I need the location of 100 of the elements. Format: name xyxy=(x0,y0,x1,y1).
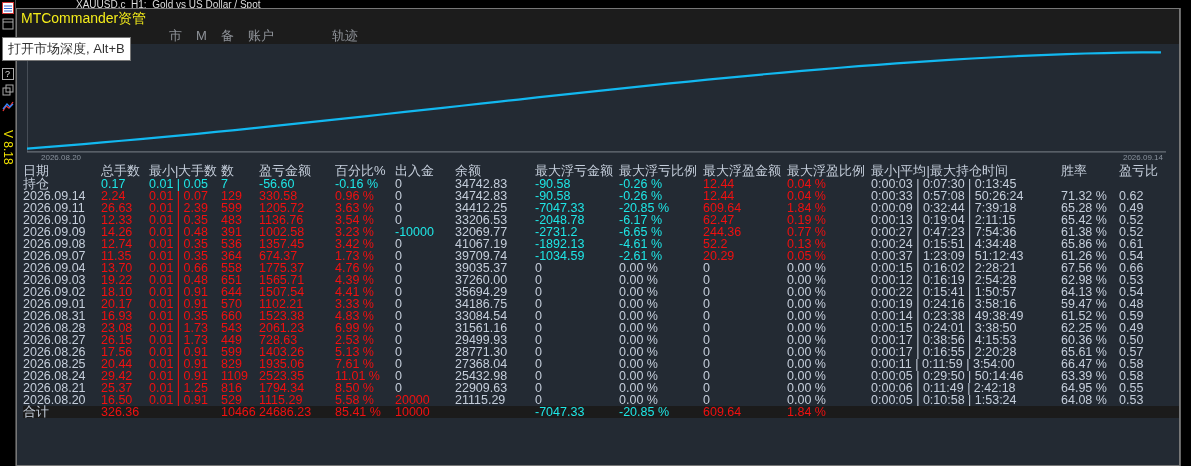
end-date-label: 2026.09.14 xyxy=(1122,153,1163,163)
table-cell-text: 0.01 | 0.35 xyxy=(149,214,209,226)
table-cell-text: 0.57 xyxy=(1119,346,1145,358)
column-header: 最小|大手数 xyxy=(149,164,219,178)
table-cell-text: 0 xyxy=(703,322,711,334)
table-cell-text: 0.00 % xyxy=(619,394,659,406)
table-cell-text: -1892.13 xyxy=(535,238,586,250)
table-cell-text: 0:00:12 | 0:16:19 | 2:54:28 xyxy=(871,274,1018,286)
table-cell-text: -90.58 xyxy=(535,178,572,190)
table-cell-text: 0.00 % xyxy=(619,286,659,298)
table-cell-text: 0:00:33 | 0:57:08 | 50:26:24 xyxy=(871,190,1025,202)
table-cell-text: 0 xyxy=(395,310,403,322)
table-cell-text: 26.63 xyxy=(101,202,134,214)
table-cell-text: 0.01 | 0.35 xyxy=(149,250,209,262)
table-cell-text: 2026.08.27 xyxy=(23,334,87,346)
table-cell-text: 2026.08.21 xyxy=(23,382,87,394)
table-cell-text: 0.00 % xyxy=(787,358,827,370)
table-cell-text: 0 xyxy=(703,334,711,346)
table-cell-text: 4.76 % xyxy=(335,262,375,274)
table-cell-text: 12.74 xyxy=(101,238,134,250)
windows-icon[interactable] xyxy=(1,84,14,96)
table-cell-text: 25.37 xyxy=(101,382,134,394)
table-cell-text: 0.58 xyxy=(1119,370,1145,382)
table-cell-text: 16.93 xyxy=(101,310,134,322)
table-cell-text: 0:00:03 | 0:07:30 | 0:13:45 xyxy=(871,178,1018,190)
panel-tab[interactable]: 市 xyxy=(167,28,184,43)
table-cell-text: -10000 xyxy=(395,226,435,238)
table-cell-text: 326.36 xyxy=(101,406,141,418)
panel-tab[interactable]: 账户 xyxy=(245,28,276,43)
panel-tab[interactable]: M xyxy=(194,28,209,43)
table-cell-text: 391 xyxy=(221,226,243,238)
table-cell-text: 0.00 % xyxy=(619,298,659,310)
table-cell-text: 10466 xyxy=(221,406,257,418)
table-cell-text: 0:00:22 | 0:15:41 | 1:50:57 xyxy=(871,286,1018,298)
table-cell-text: 61.26 % xyxy=(1061,250,1108,262)
window-icon[interactable] xyxy=(1,18,14,30)
table-cell-text: -2048.78 xyxy=(535,214,586,226)
table-cell-text: 330.58 xyxy=(259,190,299,202)
table-cell-text: 0.00 % xyxy=(787,274,827,286)
table-cell-text: 17.56 xyxy=(101,346,134,358)
table-cell-text: 5.58 % xyxy=(335,394,375,406)
table-cell-text: 0:00:09 | 0:32:44 | 7:39:18 xyxy=(871,202,1018,214)
table-cell-text: 0.01 | 0.35 xyxy=(149,310,209,322)
table-cell-text: 31561.16 xyxy=(455,322,509,334)
table-cell-text: 0.01 | 1.73 xyxy=(149,322,209,334)
table-cell-text: 63.39 % xyxy=(1061,370,1108,382)
help-button[interactable]: ? xyxy=(1,68,14,80)
table-cell-text: 0 xyxy=(535,298,543,310)
table-cell-text: 0.52 xyxy=(1119,214,1145,226)
table-cell-text: 570 xyxy=(221,298,243,310)
column-header: 最大浮亏金额 xyxy=(535,164,614,178)
table-cell-text: 0.00 % xyxy=(787,286,827,298)
table-cell-text: 0 xyxy=(703,370,711,382)
table-cell-text: 529 xyxy=(221,394,243,406)
start-date-label: 2026.08.20 xyxy=(41,153,82,163)
table-cell-text: 0.00 % xyxy=(619,382,659,394)
table-cell-text: -2.61 % xyxy=(619,250,664,262)
table-cell-text: 2026.08.28 xyxy=(23,322,87,334)
table-cell-text: 0.01 | 0.05 xyxy=(149,178,209,190)
table-cell-text: 651 xyxy=(221,274,243,286)
table-cell-text: 0 xyxy=(395,262,403,274)
panel-tab[interactable]: 备 xyxy=(218,28,236,43)
table-cell-text: 0.01 | 0.91 xyxy=(149,286,209,298)
table-cell-text: 0:00:15 | 0:16:02 | 2:28:21 xyxy=(871,262,1018,274)
table-cell-text: -7047.33 xyxy=(535,202,586,214)
table-cell-text: 1.84 % xyxy=(787,406,827,418)
table-cell-text: 0.00 % xyxy=(787,382,827,394)
table-cell-text: 26.15 xyxy=(101,334,134,346)
table-cell-text: 0.49 xyxy=(1119,322,1145,334)
column-header: 余额 xyxy=(455,164,482,178)
table-cell-text: 0.00 % xyxy=(787,370,827,382)
chart-icon[interactable] xyxy=(1,100,14,112)
table-cell-text: 0:00:13 | 0:19:04 | 2:11:15 xyxy=(871,214,1017,226)
table-cell-text: 0 xyxy=(535,310,543,322)
table-cell-text: 728.63 xyxy=(259,334,299,346)
table-cell-text: 0 xyxy=(535,322,543,334)
table-cell-text: 2026.08.26 xyxy=(23,346,87,358)
table-cell-text: 6.99 % xyxy=(335,322,375,334)
table-cell-text: 0.48 xyxy=(1119,298,1145,310)
table-cell-text: 1002.58 xyxy=(259,226,306,238)
column-header: 最大浮亏比例 xyxy=(619,164,698,178)
table-cell-text: 0.00 % xyxy=(787,262,827,274)
table-cell-text: 0 xyxy=(395,238,403,250)
list-icon[interactable] xyxy=(1,2,14,14)
table-cell-text: 3.54 % xyxy=(335,214,375,226)
panel-tab[interactable]: 轨迹 xyxy=(329,28,360,43)
table-cell-text: 0 xyxy=(703,274,711,286)
column-header: 百分比% xyxy=(335,164,387,178)
table-cell-text: 0 xyxy=(395,358,403,370)
table-cell-text: 0 xyxy=(395,214,403,226)
table-cell-text: 2026.09.14 xyxy=(23,190,87,202)
column-header: 日期 xyxy=(23,164,50,178)
table-cell-text: 0.00 % xyxy=(787,298,827,310)
table-cell-text: -1034.59 xyxy=(535,250,586,262)
table-cell-text: 0.00 % xyxy=(619,310,659,322)
table-cell-text: 244.36 xyxy=(703,226,743,238)
table-cell-text: 35694.29 xyxy=(455,286,509,298)
table-cell-text: 0 xyxy=(703,310,711,322)
table-cell-text: 2026.09.07 xyxy=(23,250,87,262)
table-cell-text: 1.84 % xyxy=(787,202,827,214)
